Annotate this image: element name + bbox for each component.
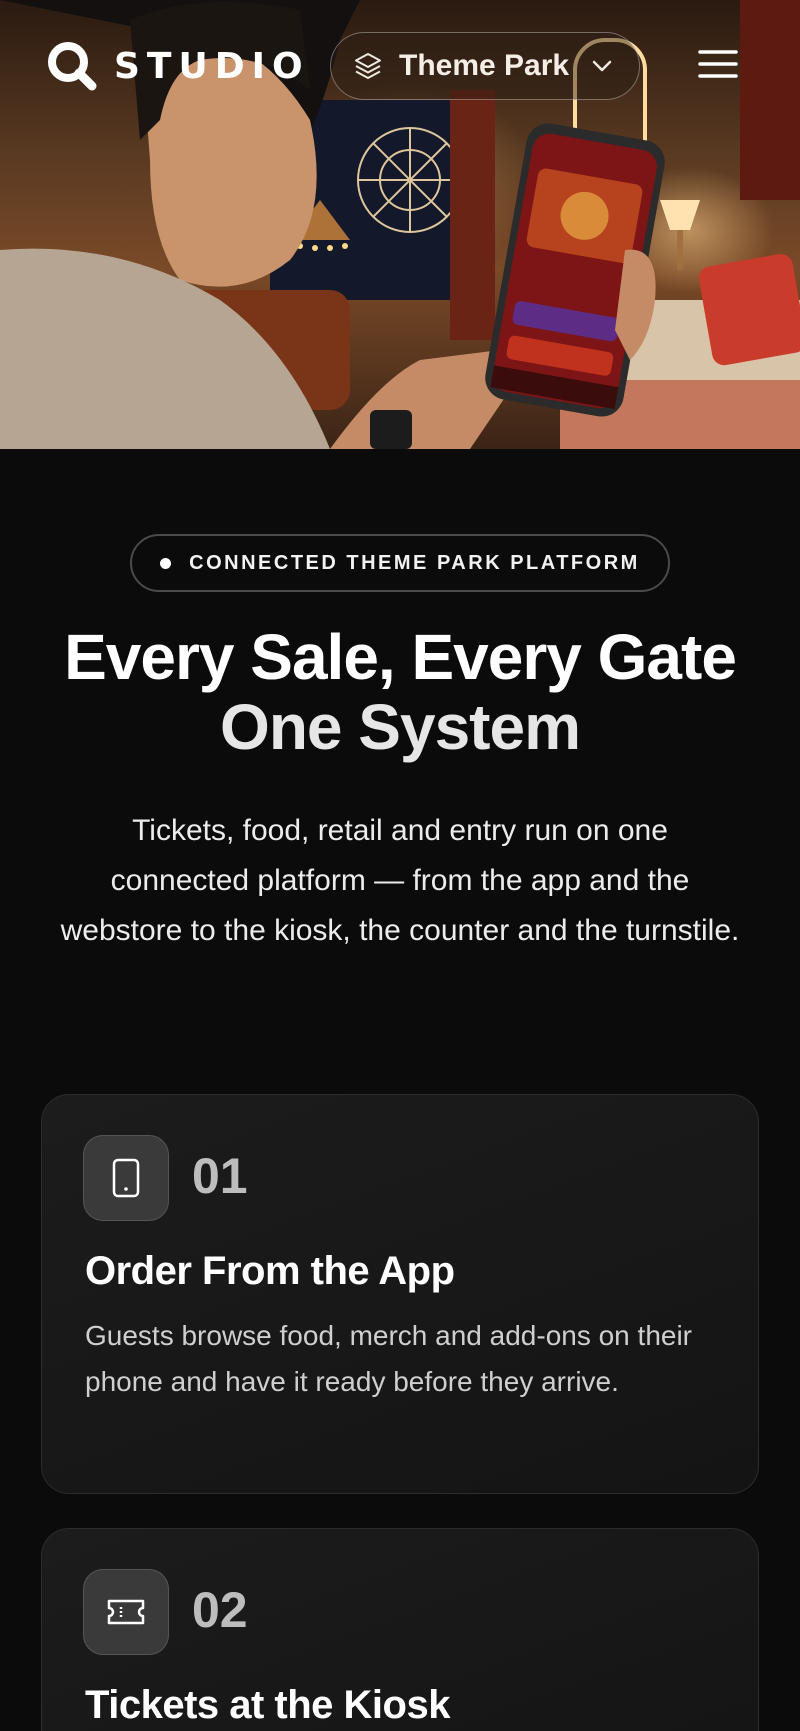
headline-line-1: Every Sale, Every Gate (64, 621, 737, 693)
search-magnifier-logo-icon (48, 42, 97, 91)
badge-text: CONNECTED THEME PARK PLATFORM (189, 551, 640, 574)
studio-logo[interactable]: STUDIO (44, 38, 310, 94)
smartphone-icon (112, 1158, 140, 1198)
page-headline: Every Sale, Every Gate One System (0, 622, 800, 762)
feature-description: Guests browse food, merch and add-ons on… (85, 1320, 693, 1397)
park-selector-label: Theme Park (399, 49, 570, 82)
feature-number: 01 (192, 1148, 248, 1204)
chevron-down-icon (592, 60, 612, 72)
park-selector-dropdown[interactable]: Theme Park (330, 32, 640, 100)
feature-number: 02 (192, 1582, 248, 1638)
layers-icon (355, 53, 381, 79)
ticket-icon (107, 1599, 145, 1625)
hamburger-menu-icon[interactable] (696, 44, 740, 84)
logo-text: STUDIO (114, 45, 310, 87)
feature-card-app-ordering[interactable]: 01 Order From the App Guests browse food… (41, 1094, 759, 1494)
platform-badge: CONNECTED THEME PARK PLATFORM (130, 534, 670, 592)
intro-paragraph: Tickets, food, retail and entry run on o… (60, 814, 740, 947)
feature-icon-box (83, 1135, 169, 1221)
headline-line-2: One System (220, 691, 581, 763)
feature-icon-box (83, 1569, 169, 1655)
badge-dot (160, 557, 172, 569)
feature-card-kiosk-tickets[interactable]: 02 Tickets at the Kiosk (41, 1528, 759, 1731)
feature-title: Order From the App (85, 1249, 455, 1293)
feature-title: Tickets at the Kiosk (85, 1683, 450, 1727)
hero-image: STUDIO Theme Park (0, 0, 800, 449)
